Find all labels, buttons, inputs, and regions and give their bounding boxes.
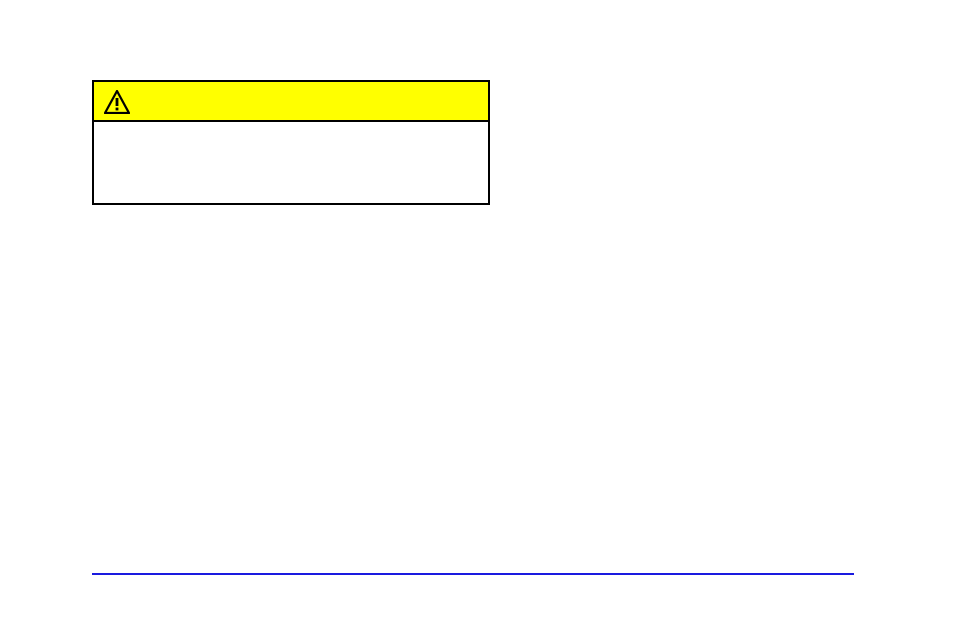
paragraph: To adjust the HUD so you can see it prop…: [92, 293, 854, 419]
caution-box: CAUTION: If an object is lodged between …: [92, 80, 490, 205]
caution-body: If an object is lodged between the HUD d…: [94, 122, 488, 203]
caution-label: CAUTION:: [140, 92, 230, 113]
body-text: The HUD may also be turned off by turnin…: [92, 262, 854, 428]
paragraph: The HUD may also be turned off by turnin…: [92, 262, 854, 283]
warning-triangle-icon: [104, 90, 130, 114]
page-footer: 2-79: [92, 573, 854, 596]
page-number: 2-79: [92, 581, 119, 596]
caution-header: CAUTION:: [94, 82, 488, 122]
